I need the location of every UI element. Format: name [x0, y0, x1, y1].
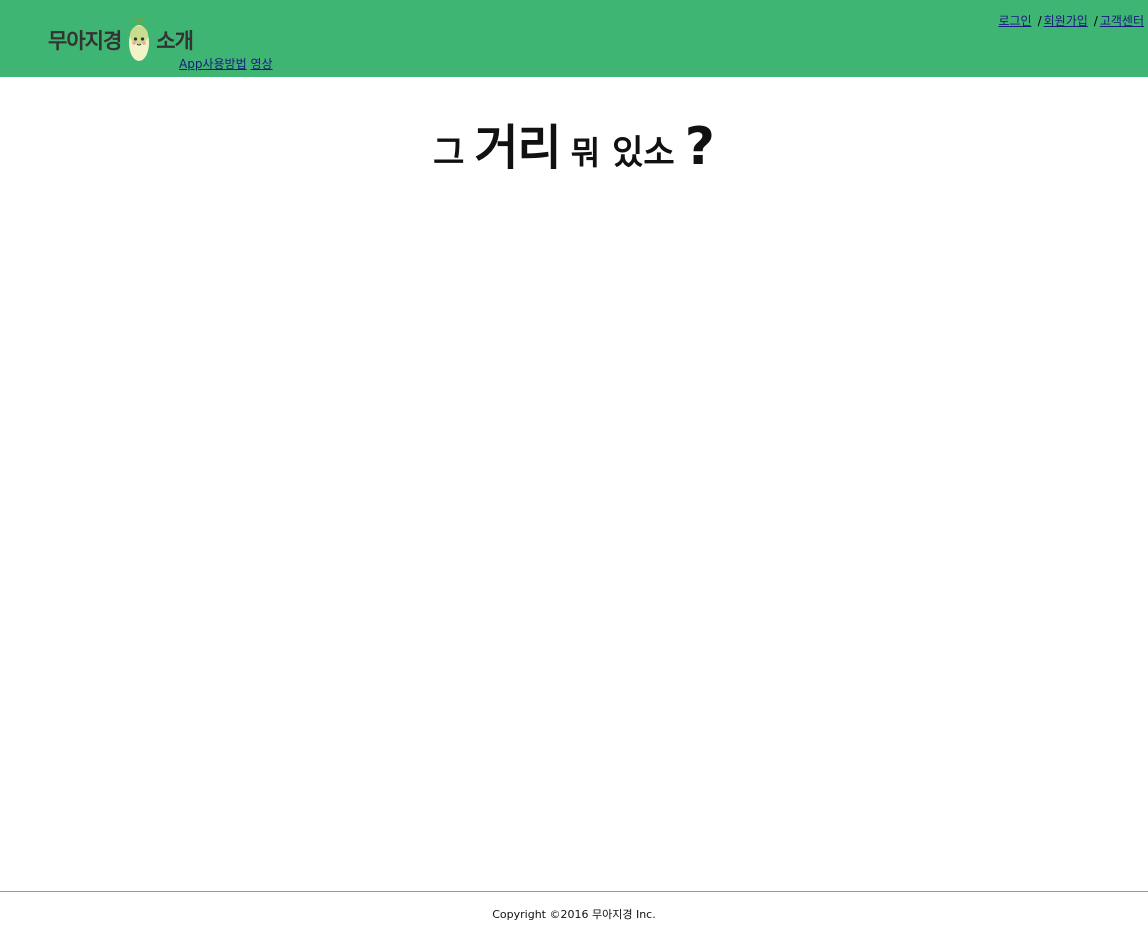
logo-text-left: 무아지경	[48, 29, 122, 53]
signup-link[interactable]: 회원가입	[1044, 14, 1088, 28]
video-link[interactable]: 영상	[250, 57, 272, 71]
app-guide-link-group: App사용방법 영상	[179, 55, 273, 72]
login-link[interactable]: 로그인	[998, 14, 1031, 28]
hero-headline: 그 거리 뭐 있소?	[0, 108, 1148, 178]
nav-separator: /	[1093, 14, 1098, 28]
footer-copyright: Copyright ©2016 무아지경 Inc.	[492, 908, 656, 921]
nav-separator: /	[1037, 14, 1042, 28]
app-usage-link[interactable]: App사용방법	[179, 57, 247, 71]
support-link[interactable]: 고객센터	[1100, 14, 1144, 28]
logo-text-right: 소개	[156, 29, 194, 53]
footer-divider	[0, 891, 1148, 892]
logo[interactable]: 무아지경 소개	[48, 14, 194, 66]
top-nav: 로그인 / 회원가입 / 고객센터	[998, 12, 1144, 29]
hero-word: 있소	[612, 133, 675, 173]
hero-word: 뭐	[570, 134, 601, 172]
hero-question-mark: ?	[684, 117, 715, 177]
hero-word: 그	[433, 133, 465, 173]
radish-mascot-icon	[129, 17, 150, 61]
header-bar: 무아지경 소개 App사용방법 영상 로그인 / 회원가입 / 고객센터	[0, 0, 1148, 77]
hero-word: 거리	[474, 120, 561, 176]
